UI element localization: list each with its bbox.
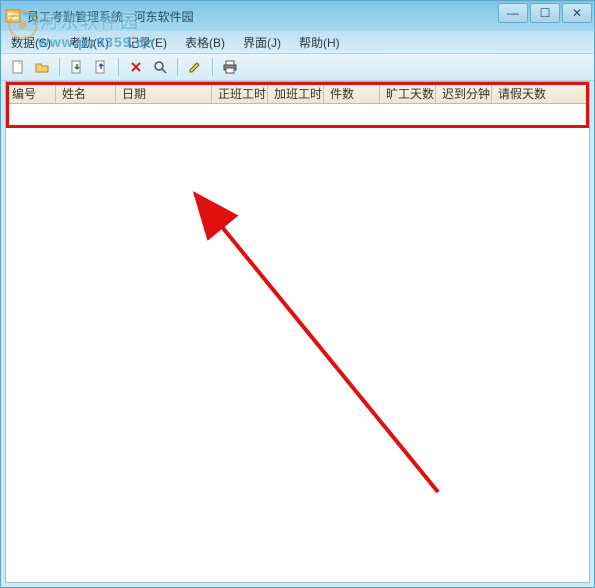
table-body[interactable] bbox=[6, 104, 589, 582]
app-window: 员工考勤管理系统 - 河东软件园 — ☐ ✕ 数据(S) 考勤(K) 记录(E)… bbox=[0, 0, 595, 588]
window-controls: — ☐ ✕ bbox=[498, 3, 592, 23]
tool-delete-icon[interactable] bbox=[127, 58, 145, 76]
tool-edit-icon[interactable] bbox=[186, 58, 204, 76]
col-header-abs[interactable]: 旷工天数 bbox=[380, 82, 436, 103]
tool-bar bbox=[1, 53, 594, 81]
tool-open-icon[interactable] bbox=[33, 58, 51, 76]
menu-data[interactable]: 数据(S) bbox=[7, 32, 55, 53]
col-header-id[interactable]: 编号 bbox=[6, 82, 56, 103]
tool-import-icon[interactable] bbox=[68, 58, 86, 76]
col-header-late[interactable]: 迟到分钟 bbox=[436, 82, 492, 103]
menu-help[interactable]: 帮助(H) bbox=[295, 32, 344, 53]
tool-export-icon[interactable] bbox=[92, 58, 110, 76]
minimize-button[interactable]: — bbox=[498, 3, 528, 23]
col-header-date[interactable]: 日期 bbox=[116, 82, 212, 103]
toolbar-separator bbox=[212, 58, 213, 76]
toolbar-separator bbox=[59, 58, 60, 76]
tool-find-icon[interactable] bbox=[151, 58, 169, 76]
toolbar-separator bbox=[118, 58, 119, 76]
col-header-leave[interactable]: 请假天数 bbox=[492, 82, 589, 103]
col-header-name[interactable]: 姓名 bbox=[56, 82, 116, 103]
menu-bar: 数据(S) 考勤(K) 记录(E) 表格(B) 界面(J) 帮助(H) bbox=[1, 31, 594, 53]
maximize-button[interactable]: ☐ bbox=[530, 3, 560, 23]
title-bar: 员工考勤管理系统 - 河东软件园 — ☐ ✕ bbox=[1, 1, 594, 31]
content-area: 编号 姓名 日期 正班工时 加班工时 件数 旷工天数 迟到分钟 请假天数 bbox=[5, 81, 590, 583]
close-button[interactable]: ✕ bbox=[562, 3, 592, 23]
toolbar-separator bbox=[177, 58, 178, 76]
tool-print-icon[interactable] bbox=[221, 58, 239, 76]
tool-new-icon[interactable] bbox=[9, 58, 27, 76]
app-icon bbox=[5, 8, 21, 24]
menu-record[interactable]: 记录(E) bbox=[123, 32, 171, 53]
menu-table[interactable]: 表格(B) bbox=[181, 32, 229, 53]
menu-ui[interactable]: 界面(J) bbox=[239, 32, 285, 53]
menu-attend[interactable]: 考勤(K) bbox=[65, 32, 113, 53]
col-header-ot[interactable]: 加班工时 bbox=[268, 82, 324, 103]
col-header-reg[interactable]: 正班工时 bbox=[212, 82, 268, 103]
col-header-pcs[interactable]: 件数 bbox=[324, 82, 380, 103]
table-header: 编号 姓名 日期 正班工时 加班工时 件数 旷工天数 迟到分钟 请假天数 bbox=[6, 82, 589, 104]
